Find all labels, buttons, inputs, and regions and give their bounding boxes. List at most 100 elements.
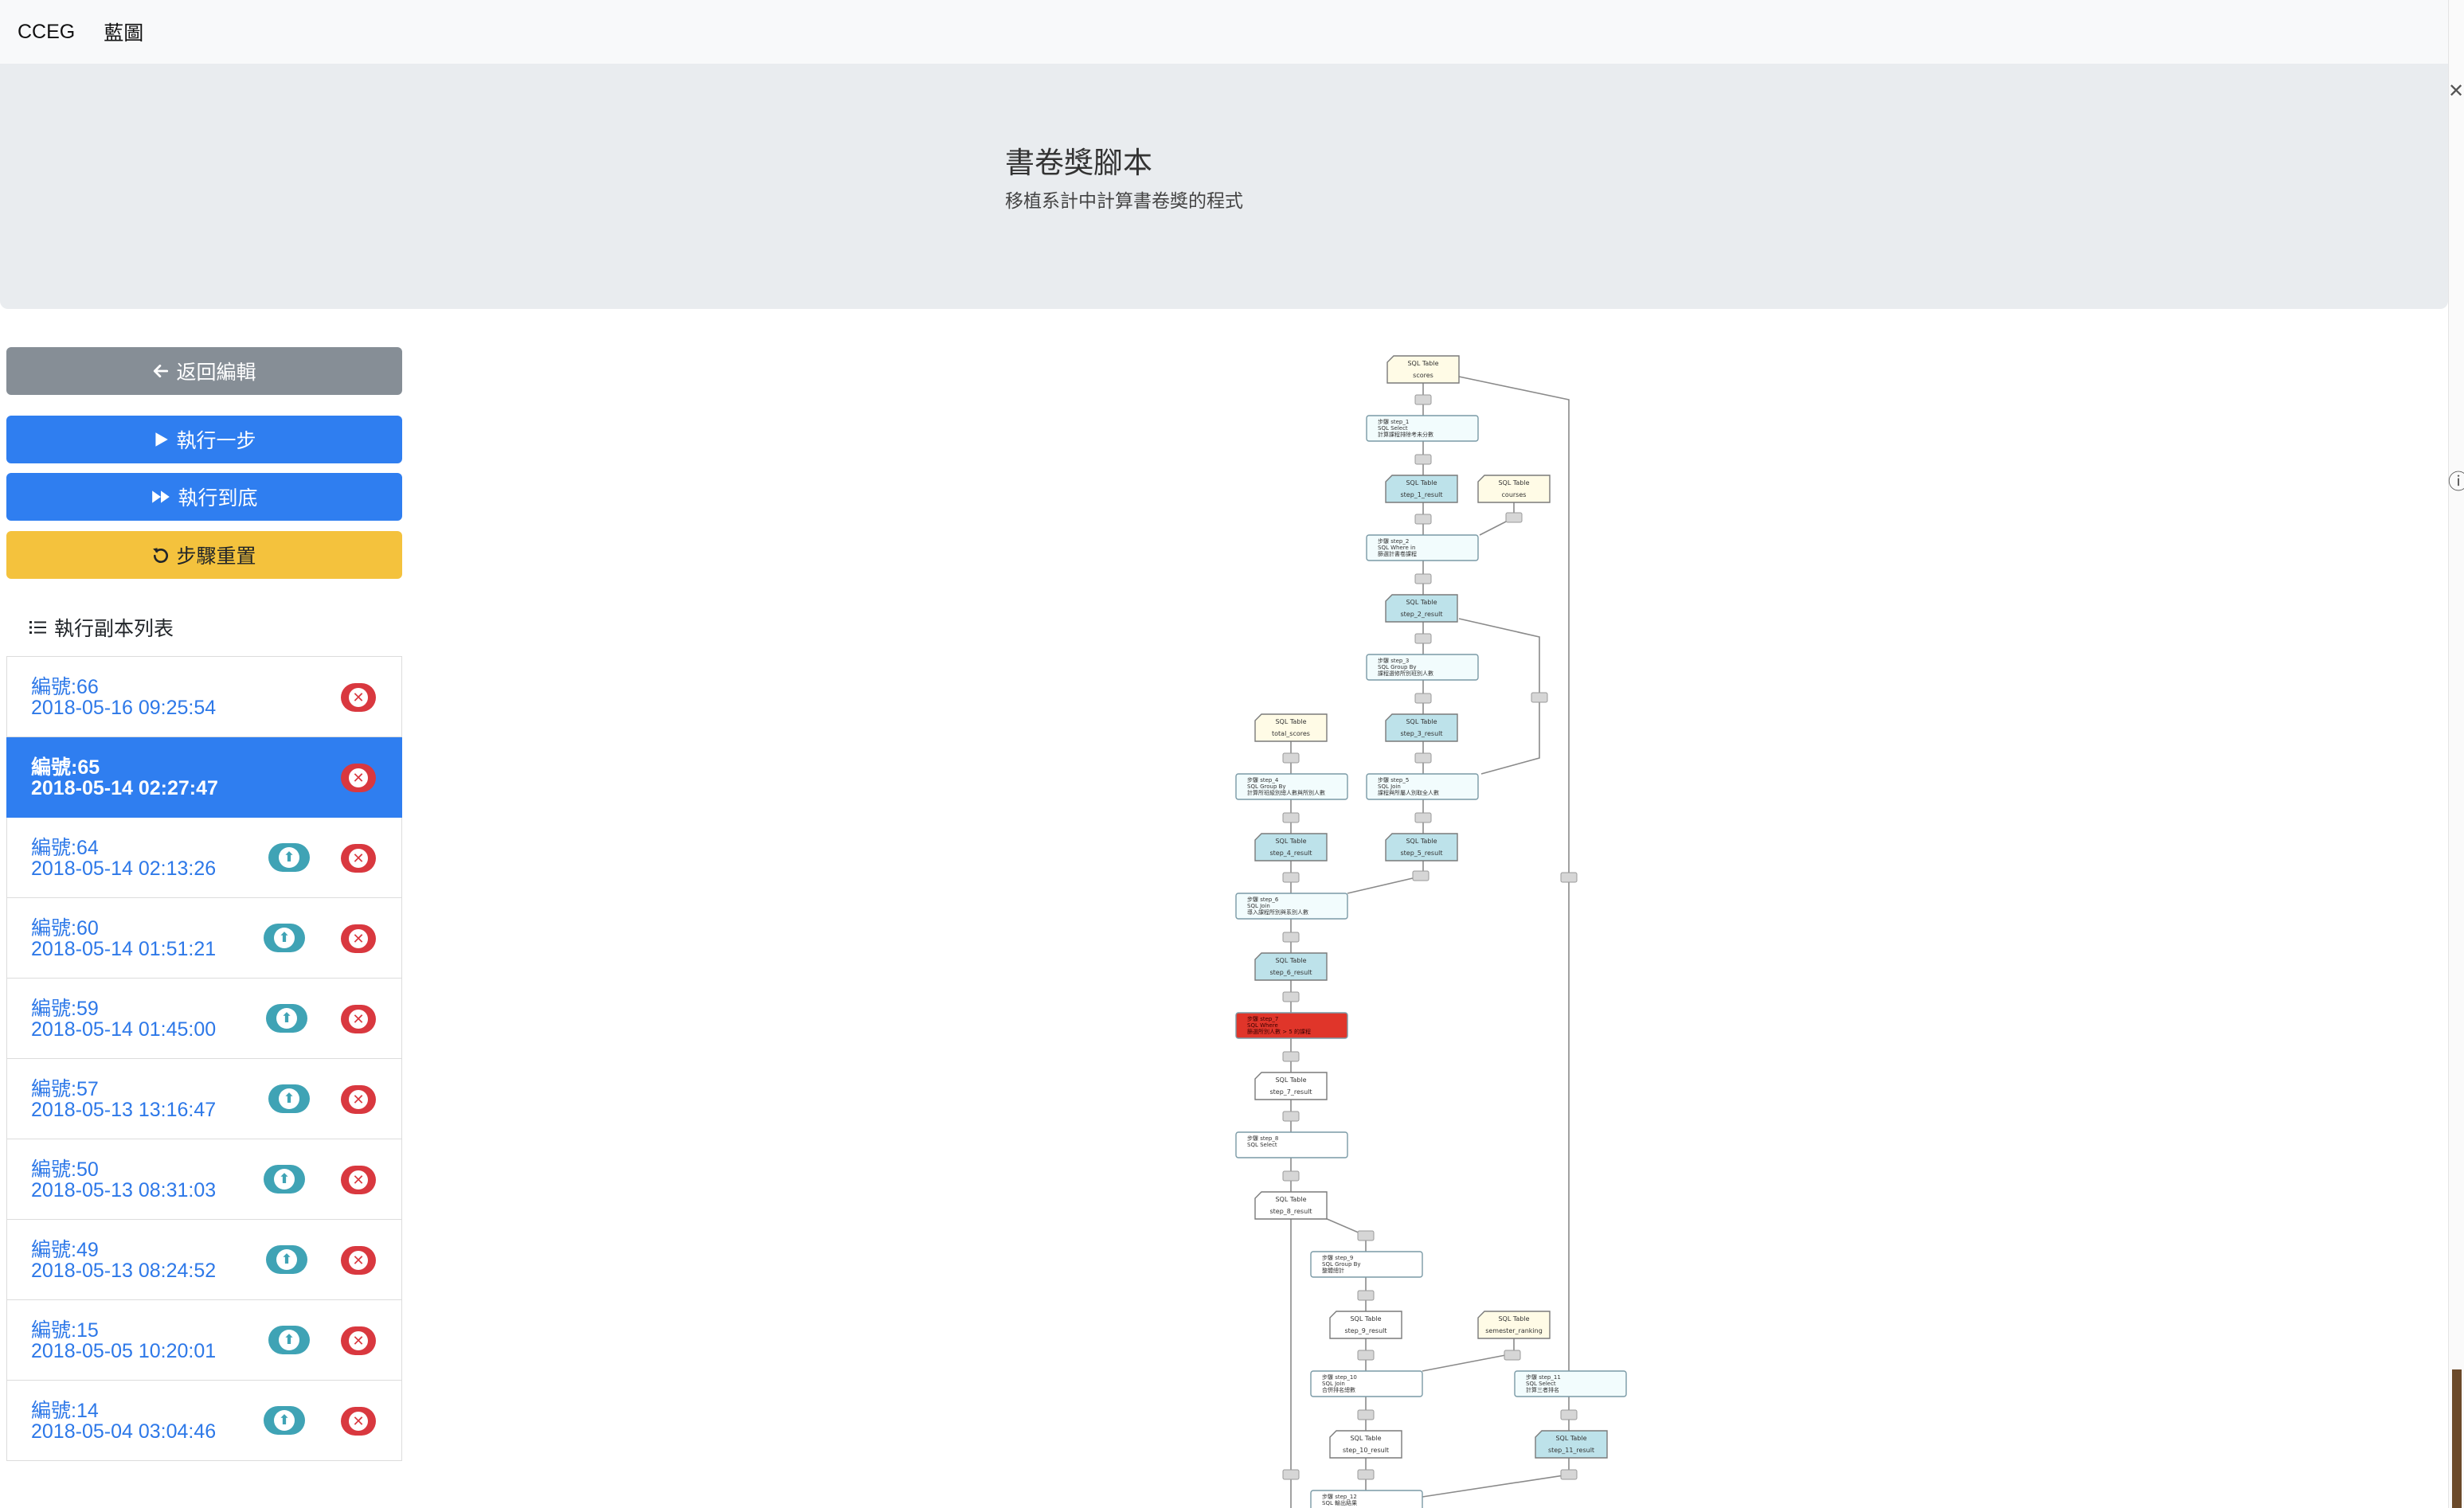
upload-button[interactable]: ⬆ xyxy=(266,1004,307,1033)
flow-connector[interactable] xyxy=(1414,693,1432,704)
instance-number[interactable]: 編號:66 xyxy=(31,671,99,700)
upload-button[interactable]: ⬆ xyxy=(264,1165,305,1194)
close-icon[interactable]: ✕ xyxy=(2448,80,2464,103)
flow-connector[interactable] xyxy=(1560,1409,1578,1420)
instance-timestamp[interactable]: 2018-05-16 09:25:54 xyxy=(31,697,216,720)
flow-connector[interactable] xyxy=(1357,1230,1375,1241)
sql-table-node[interactable]: SQL Table step_6_result xyxy=(1254,952,1328,981)
instance-number[interactable]: 編號:50 xyxy=(31,1154,99,1182)
info-icon[interactable]: ⓘ xyxy=(2448,466,2464,495)
flow-connector[interactable] xyxy=(1282,1111,1300,1122)
flow-connector[interactable] xyxy=(1282,932,1300,943)
instance-timestamp[interactable]: 2018-05-13 13:16:47 xyxy=(31,1099,216,1122)
delete-button[interactable]: ✕ xyxy=(341,844,376,873)
sql-table-node[interactable]: SQL Table step_11_result xyxy=(1535,1430,1608,1459)
instance-number[interactable]: 編號:14 xyxy=(31,1395,99,1424)
instance-item[interactable]: 編號:66 2018-05-16 09:25:54 ✕ xyxy=(6,656,402,737)
flow-connector[interactable] xyxy=(1282,1051,1300,1062)
sql-table-node[interactable]: SQL Table step_8_result xyxy=(1254,1191,1328,1220)
sql-table-node[interactable]: SQL Table step_4_result xyxy=(1254,833,1328,861)
flow-connector[interactable] xyxy=(1414,394,1432,405)
instance-item[interactable]: 編號:50 2018-05-13 08:31:03 ⬆ ✕ xyxy=(6,1139,402,1220)
delete-button[interactable]: ✕ xyxy=(341,1246,376,1275)
sql-table-node[interactable]: SQL Table step_1_result xyxy=(1385,475,1458,503)
flow-connector[interactable] xyxy=(1282,1170,1300,1182)
instance-number[interactable]: 編號:49 xyxy=(31,1234,99,1263)
instance-number[interactable]: 編號:57 xyxy=(31,1073,99,1102)
instance-timestamp[interactable]: 2018-05-13 08:24:52 xyxy=(31,1260,216,1283)
instance-item[interactable]: 編號:49 2018-05-13 08:24:52 ⬆ ✕ xyxy=(6,1220,402,1300)
navbar-brand[interactable]: CCEG xyxy=(18,21,75,44)
delete-button[interactable]: ✕ xyxy=(341,1407,376,1436)
sql-table-node[interactable]: SQL Table step_3_result xyxy=(1385,713,1458,742)
sql-step-node[interactable]: 步驟 step_8SQL Select xyxy=(1235,1131,1348,1158)
flow-connector[interactable] xyxy=(1414,454,1432,465)
sql-table-node[interactable]: SQL Table step_7_result xyxy=(1254,1072,1328,1100)
sql-step-node[interactable]: 步驟 step_6SQL Join導入課程所別與系別人數 xyxy=(1235,893,1348,920)
sql-table-node[interactable]: SQL Table semester_ranking xyxy=(1477,1311,1551,1339)
page-scrollbar[interactable] xyxy=(2448,0,2464,1508)
upload-button[interactable]: ⬆ xyxy=(264,1406,305,1435)
sql-step-node[interactable]: 步驟 step_5SQL Join課程與所屬人別取全人數 xyxy=(1366,773,1479,800)
instance-timestamp[interactable]: 2018-05-14 02:27:47 xyxy=(31,777,218,800)
sql-step-node[interactable]: 步驟 step_2SQL Where in篩選計書卷課程 xyxy=(1366,534,1479,561)
sql-step-node[interactable]: 步驟 step_12SQL 輸出結果 xyxy=(1310,1490,1423,1508)
delete-button[interactable]: ✕ xyxy=(341,1085,376,1114)
flow-connector[interactable] xyxy=(1414,514,1432,525)
instance-item[interactable]: 編號:59 2018-05-14 01:45:00 ⬆ ✕ xyxy=(6,979,402,1059)
flow-connector[interactable] xyxy=(1414,633,1432,644)
sql-table-node[interactable]: SQL Table scores xyxy=(1386,355,1460,384)
run-to-end-button[interactable]: 執行到底 xyxy=(6,473,402,521)
instance-timestamp[interactable]: 2018-05-05 10:20:01 xyxy=(31,1340,216,1363)
instance-item[interactable]: 編號:64 2018-05-14 02:13:26 ⬆ ✕ xyxy=(6,818,402,898)
flow-connector[interactable] xyxy=(1282,812,1300,823)
instance-timestamp[interactable]: 2018-05-04 03:04:46 xyxy=(31,1420,216,1444)
sql-table-node[interactable]: SQL Table total_scores xyxy=(1254,713,1328,742)
upload-button[interactable]: ⬆ xyxy=(264,924,305,952)
flow-connector[interactable] xyxy=(1560,872,1578,883)
upload-button[interactable]: ⬆ xyxy=(268,1084,310,1113)
flow-connector[interactable] xyxy=(1531,692,1548,703)
sql-step-node[interactable]: 步驟 step_1SQL Select計算課程排除考未分數 xyxy=(1366,415,1479,442)
upload-button[interactable]: ⬆ xyxy=(268,1326,310,1354)
sql-table-node[interactable]: SQL Table step_10_result xyxy=(1329,1430,1402,1459)
delete-button[interactable]: ✕ xyxy=(341,1005,376,1033)
flow-connector[interactable] xyxy=(1505,512,1523,523)
instance-timestamp[interactable]: 2018-05-14 02:13:26 xyxy=(31,858,216,881)
upload-button[interactable]: ⬆ xyxy=(268,843,310,872)
delete-button[interactable]: ✕ xyxy=(341,1166,376,1194)
instance-item[interactable]: 編號:60 2018-05-14 01:51:21 ⬆ ✕ xyxy=(6,898,402,979)
instance-number[interactable]: 編號:65 xyxy=(31,752,100,780)
flow-connector[interactable] xyxy=(1412,870,1430,881)
sql-step-node[interactable]: 步驟 step_7SQL Where篩選所別人數 > 5 的課程 xyxy=(1235,1012,1348,1039)
flow-connector[interactable] xyxy=(1357,1350,1375,1361)
sql-step-node[interactable]: 步驟 step_3SQL Group By課程選修所別班別人數 xyxy=(1366,654,1479,681)
delete-button[interactable]: ✕ xyxy=(341,924,376,953)
instance-timestamp[interactable]: 2018-05-14 01:51:21 xyxy=(31,938,216,961)
sql-table-node[interactable]: SQL Table step_9_result xyxy=(1329,1311,1402,1339)
flow-connector[interactable] xyxy=(1282,1469,1300,1480)
reset-steps-button[interactable]: 步驟重置 xyxy=(6,531,402,579)
instance-number[interactable]: 編號:15 xyxy=(31,1315,99,1343)
instance-number[interactable]: 編號:59 xyxy=(31,993,99,1022)
run-one-step-button[interactable]: 執行一步 xyxy=(6,416,402,463)
flow-connector[interactable] xyxy=(1414,812,1432,823)
sql-table-node[interactable]: SQL Table courses xyxy=(1477,475,1551,503)
sql-step-node[interactable]: 步驟 step_9SQL Group By整體總計 xyxy=(1310,1251,1423,1278)
flow-connector[interactable] xyxy=(1414,752,1432,764)
flow-connector[interactable] xyxy=(1357,1409,1375,1420)
sql-step-node[interactable]: 步驟 step_10SQL Join合併排名總數 xyxy=(1310,1370,1423,1397)
back-to-edit-button[interactable]: 返回編輯 xyxy=(6,347,402,395)
flow-connector[interactable] xyxy=(1357,1469,1375,1480)
delete-button[interactable]: ✕ xyxy=(341,1326,376,1355)
sql-step-node[interactable]: 步驟 step_11SQL Select計算三者排名 xyxy=(1514,1370,1627,1397)
delete-button[interactable]: ✕ xyxy=(341,764,376,792)
instance-item[interactable]: 編號:14 2018-05-04 03:04:46 ⬆ ✕ xyxy=(6,1381,402,1461)
flow-connector[interactable] xyxy=(1282,872,1300,883)
sql-table-node[interactable]: SQL Table step_5_result xyxy=(1385,833,1458,861)
instance-item[interactable]: 編號:15 2018-05-05 10:20:01 ⬆ ✕ xyxy=(6,1300,402,1381)
instance-number[interactable]: 編號:60 xyxy=(31,912,99,941)
flow-connector[interactable] xyxy=(1282,752,1300,764)
instance-timestamp[interactable]: 2018-05-14 01:45:00 xyxy=(31,1018,216,1041)
flow-connector[interactable] xyxy=(1504,1350,1521,1361)
